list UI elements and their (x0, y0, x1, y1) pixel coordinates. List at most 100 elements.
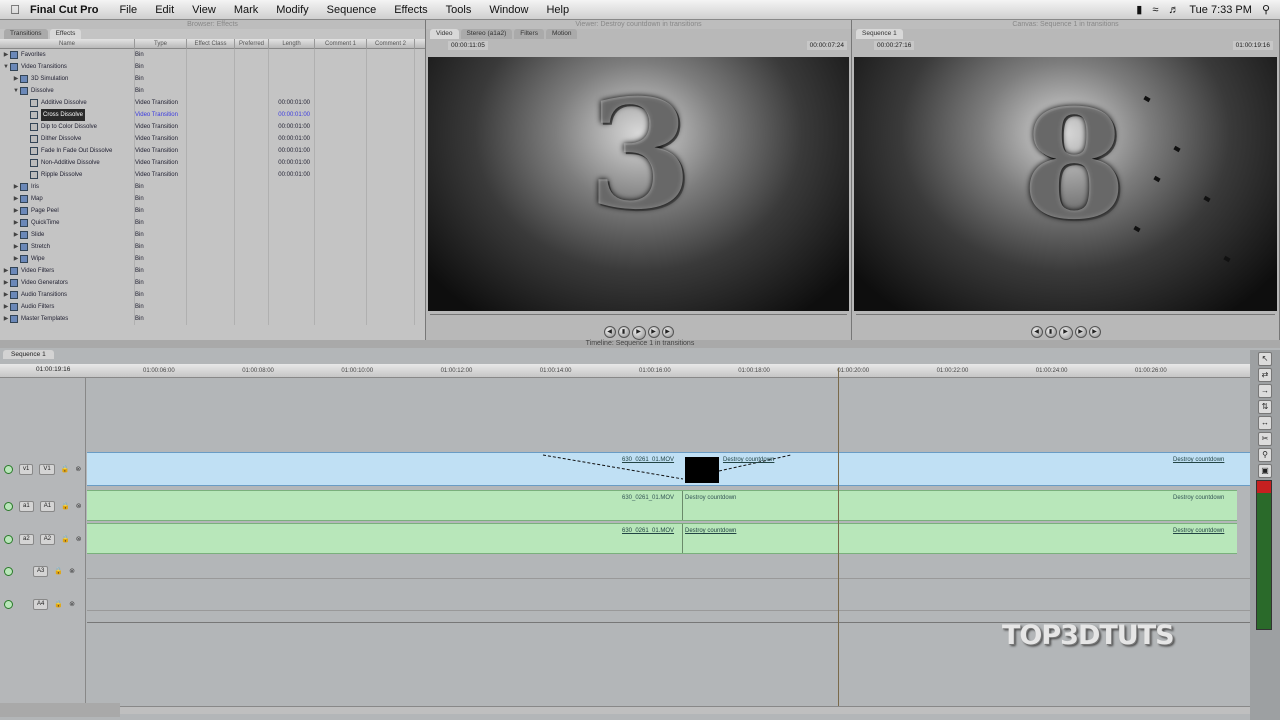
disclosure-triangle-icon[interactable]: ▼ (12, 85, 20, 97)
canvas-play-in-out-button[interactable]: ▮ (1044, 326, 1057, 338)
tab-stereo[interactable]: Stereo (a1a2) (460, 29, 513, 39)
tab-sequence-1[interactable]: Sequence 1 (856, 29, 903, 39)
track-visibility-icon[interactable] (4, 501, 13, 511)
viewer-next-edit-button[interactable]: ▶ (661, 326, 674, 338)
browser-row[interactable]: ▼ Video Transitions Bin (0, 61, 425, 73)
menu-view[interactable]: View (192, 4, 216, 16)
col-name[interactable]: Name (0, 39, 135, 49)
clip-thumbnail[interactable] (685, 457, 719, 483)
auto-select-icon[interactable]: ⊗ (69, 567, 75, 575)
destination-patch[interactable]: A1 (39, 500, 56, 512)
disclosure-triangle-icon[interactable]: ▶ (12, 229, 20, 241)
disclosure-triangle-icon[interactable]: ▶ (12, 73, 20, 85)
video-track-v1[interactable]: 630_0261_01.MOV Destroy countdown Destro… (87, 452, 1250, 486)
menu-edit[interactable]: Edit (155, 4, 174, 16)
menu-file[interactable]: File (119, 4, 137, 16)
track-visibility-icon[interactable] (4, 566, 13, 576)
timeline-ruler[interactable]: 01:00:06:00 01:00:08:00 01:00:10:00 01:00:1… (0, 364, 1250, 378)
clip-label[interactable]: Destroy countdown (1173, 457, 1224, 463)
tab-timeline-sequence-1[interactable]: Sequence 1 (3, 350, 54, 359)
track-visibility-icon[interactable] (4, 464, 13, 474)
clip-label[interactable]: Destroy countdown (1173, 528, 1224, 534)
disclosure-triangle-icon[interactable]: ▶ (12, 253, 20, 265)
viewer-play-button[interactable]: ▶ (631, 326, 646, 340)
disclosure-triangle-icon[interactable]: ▶ (2, 289, 10, 301)
canvas-scrubber[interactable] (856, 314, 1275, 322)
tab-filters[interactable]: Filters (514, 29, 544, 39)
tab-effects[interactable]: Effects (49, 29, 82, 39)
col-comment-2[interactable]: Comment 2 (367, 39, 415, 49)
browser-row[interactable]: ▶ 3D Simulation Bin (0, 73, 425, 85)
browser-row[interactable]: ▶ Video Filters Bin (0, 265, 425, 277)
browser-row[interactable]: Dither Dissolve Video Transition 00:00:01:… (0, 133, 425, 145)
viewer-play-around-button[interactable]: ▶ (647, 326, 660, 338)
browser-row[interactable]: ▶ Stretch Bin (0, 241, 425, 253)
browser-row[interactable]: ▶ Audio Filters Bin (0, 301, 425, 313)
razor-tool-icon[interactable]: ✂ (1258, 432, 1272, 446)
edit-point[interactable] (682, 524, 683, 553)
menu-window[interactable]: Window (489, 4, 528, 16)
menu-help[interactable]: Help (546, 4, 569, 16)
menu-sequence[interactable]: Sequence (327, 4, 377, 16)
source-patch[interactable]: a2 (19, 533, 34, 545)
wifi-icon[interactable]: ≈ (1152, 4, 1158, 16)
edit-select-tool-icon[interactable]: ⇄ (1258, 368, 1272, 382)
disclosure-triangle-icon[interactable]: ▶ (2, 277, 10, 289)
destination-patch[interactable]: V1 (39, 463, 55, 475)
roll-tool-icon[interactable]: ⇅ (1258, 400, 1272, 414)
clip-label[interactable]: Destroy countdown (1173, 495, 1224, 501)
menu-clock[interactable]: Tue 7:33 PM (1189, 4, 1252, 16)
apple-menu-icon[interactable]:  (0, 2, 30, 17)
viewer-duration-timecode[interactable]: 00:00:11:05 (448, 41, 488, 50)
disclosure-triangle-icon[interactable]: ▼ (2, 61, 10, 73)
menu-effects[interactable]: Effects (394, 4, 427, 16)
viewer-current-timecode[interactable]: 00:00:07:24 (806, 41, 847, 50)
browser-row[interactable]: ▶ Slide Bin (0, 229, 425, 241)
col-comment-1[interactable]: Comment 1 (315, 39, 367, 49)
spotlight-icon[interactable]: ⚲ (1262, 3, 1270, 16)
audio-track-a4[interactable] (87, 610, 1250, 611)
battery-icon[interactable]: ▮ (1136, 3, 1142, 16)
browser-row[interactable]: ▼ Dissolve Bin (0, 85, 425, 97)
col-preferred[interactable]: Preferred (235, 39, 269, 49)
disclosure-triangle-icon[interactable]: ▶ (2, 49, 10, 61)
track-visibility-icon[interactable] (4, 534, 13, 544)
browser-row[interactable]: Cross Dissolve Video Transition 00:00:01:0… (0, 109, 425, 121)
timeline-horizontal-scrollbar[interactable] (120, 706, 1250, 714)
track-lock-icon[interactable]: 🔒 (61, 535, 70, 543)
browser-row[interactable]: ▶ Iris Bin (0, 181, 425, 193)
app-name-menu[interactable]: Final Cut Pro (30, 4, 98, 16)
timeline-current-timecode[interactable]: 01:00:19:16 (36, 366, 70, 373)
menu-mark[interactable]: Mark (234, 4, 258, 16)
selection-tool-icon[interactable]: ↖ (1258, 352, 1272, 366)
destination-patch[interactable]: A2 (39, 533, 56, 545)
disclosure-triangle-icon[interactable]: ▶ (2, 265, 10, 277)
track-select-tool-icon[interactable]: → (1258, 384, 1272, 398)
disclosure-triangle-icon[interactable]: ▶ (12, 193, 20, 205)
canvas-prev-edit-button[interactable]: ◀ (1030, 326, 1043, 338)
disclosure-triangle-icon[interactable]: ▶ (12, 241, 20, 253)
canvas-current-timecode[interactable]: 01:00:19:16 (1232, 41, 1273, 50)
browser-row[interactable]: ▶ Audio Transitions Bin (0, 289, 425, 301)
volume-icon[interactable]: ♬ (1168, 4, 1179, 16)
track-lock-icon[interactable]: 🔒 (54, 567, 63, 575)
track-lock-icon[interactable]: 🔒 (61, 502, 70, 510)
clip-label[interactable]: 630_0261_01.MOV (622, 457, 674, 463)
disclosure-triangle-icon[interactable]: ▶ (12, 205, 20, 217)
browser-row[interactable]: Dip to Color Dissolve Video Transition 00:… (0, 121, 425, 133)
disclosure-triangle-icon[interactable]: ▶ (12, 217, 20, 229)
track-visibility-icon[interactable] (4, 599, 13, 609)
audio-track-a3[interactable] (87, 578, 1250, 579)
col-type[interactable]: Type (135, 39, 187, 49)
canvas-next-edit-button[interactable]: ▶ (1088, 326, 1101, 338)
col-length[interactable]: Length (269, 39, 315, 49)
browser-row[interactable]: ▶ Master Templates Bin (0, 313, 425, 325)
tab-transitions[interactable]: Transitions (4, 29, 48, 39)
timeline-bottom-controls[interactable] (0, 703, 120, 717)
zoom-tool-icon[interactable]: ⚲ (1258, 448, 1272, 462)
source-patch[interactable]: a1 (19, 500, 34, 512)
canvas-play-button[interactable]: ▶ (1058, 326, 1073, 340)
clip-label[interactable]: 630_0261_01.MOV (622, 528, 674, 534)
clip-label[interactable]: Destroy countdown (685, 495, 736, 501)
destination-patch[interactable]: A3 (33, 565, 49, 577)
